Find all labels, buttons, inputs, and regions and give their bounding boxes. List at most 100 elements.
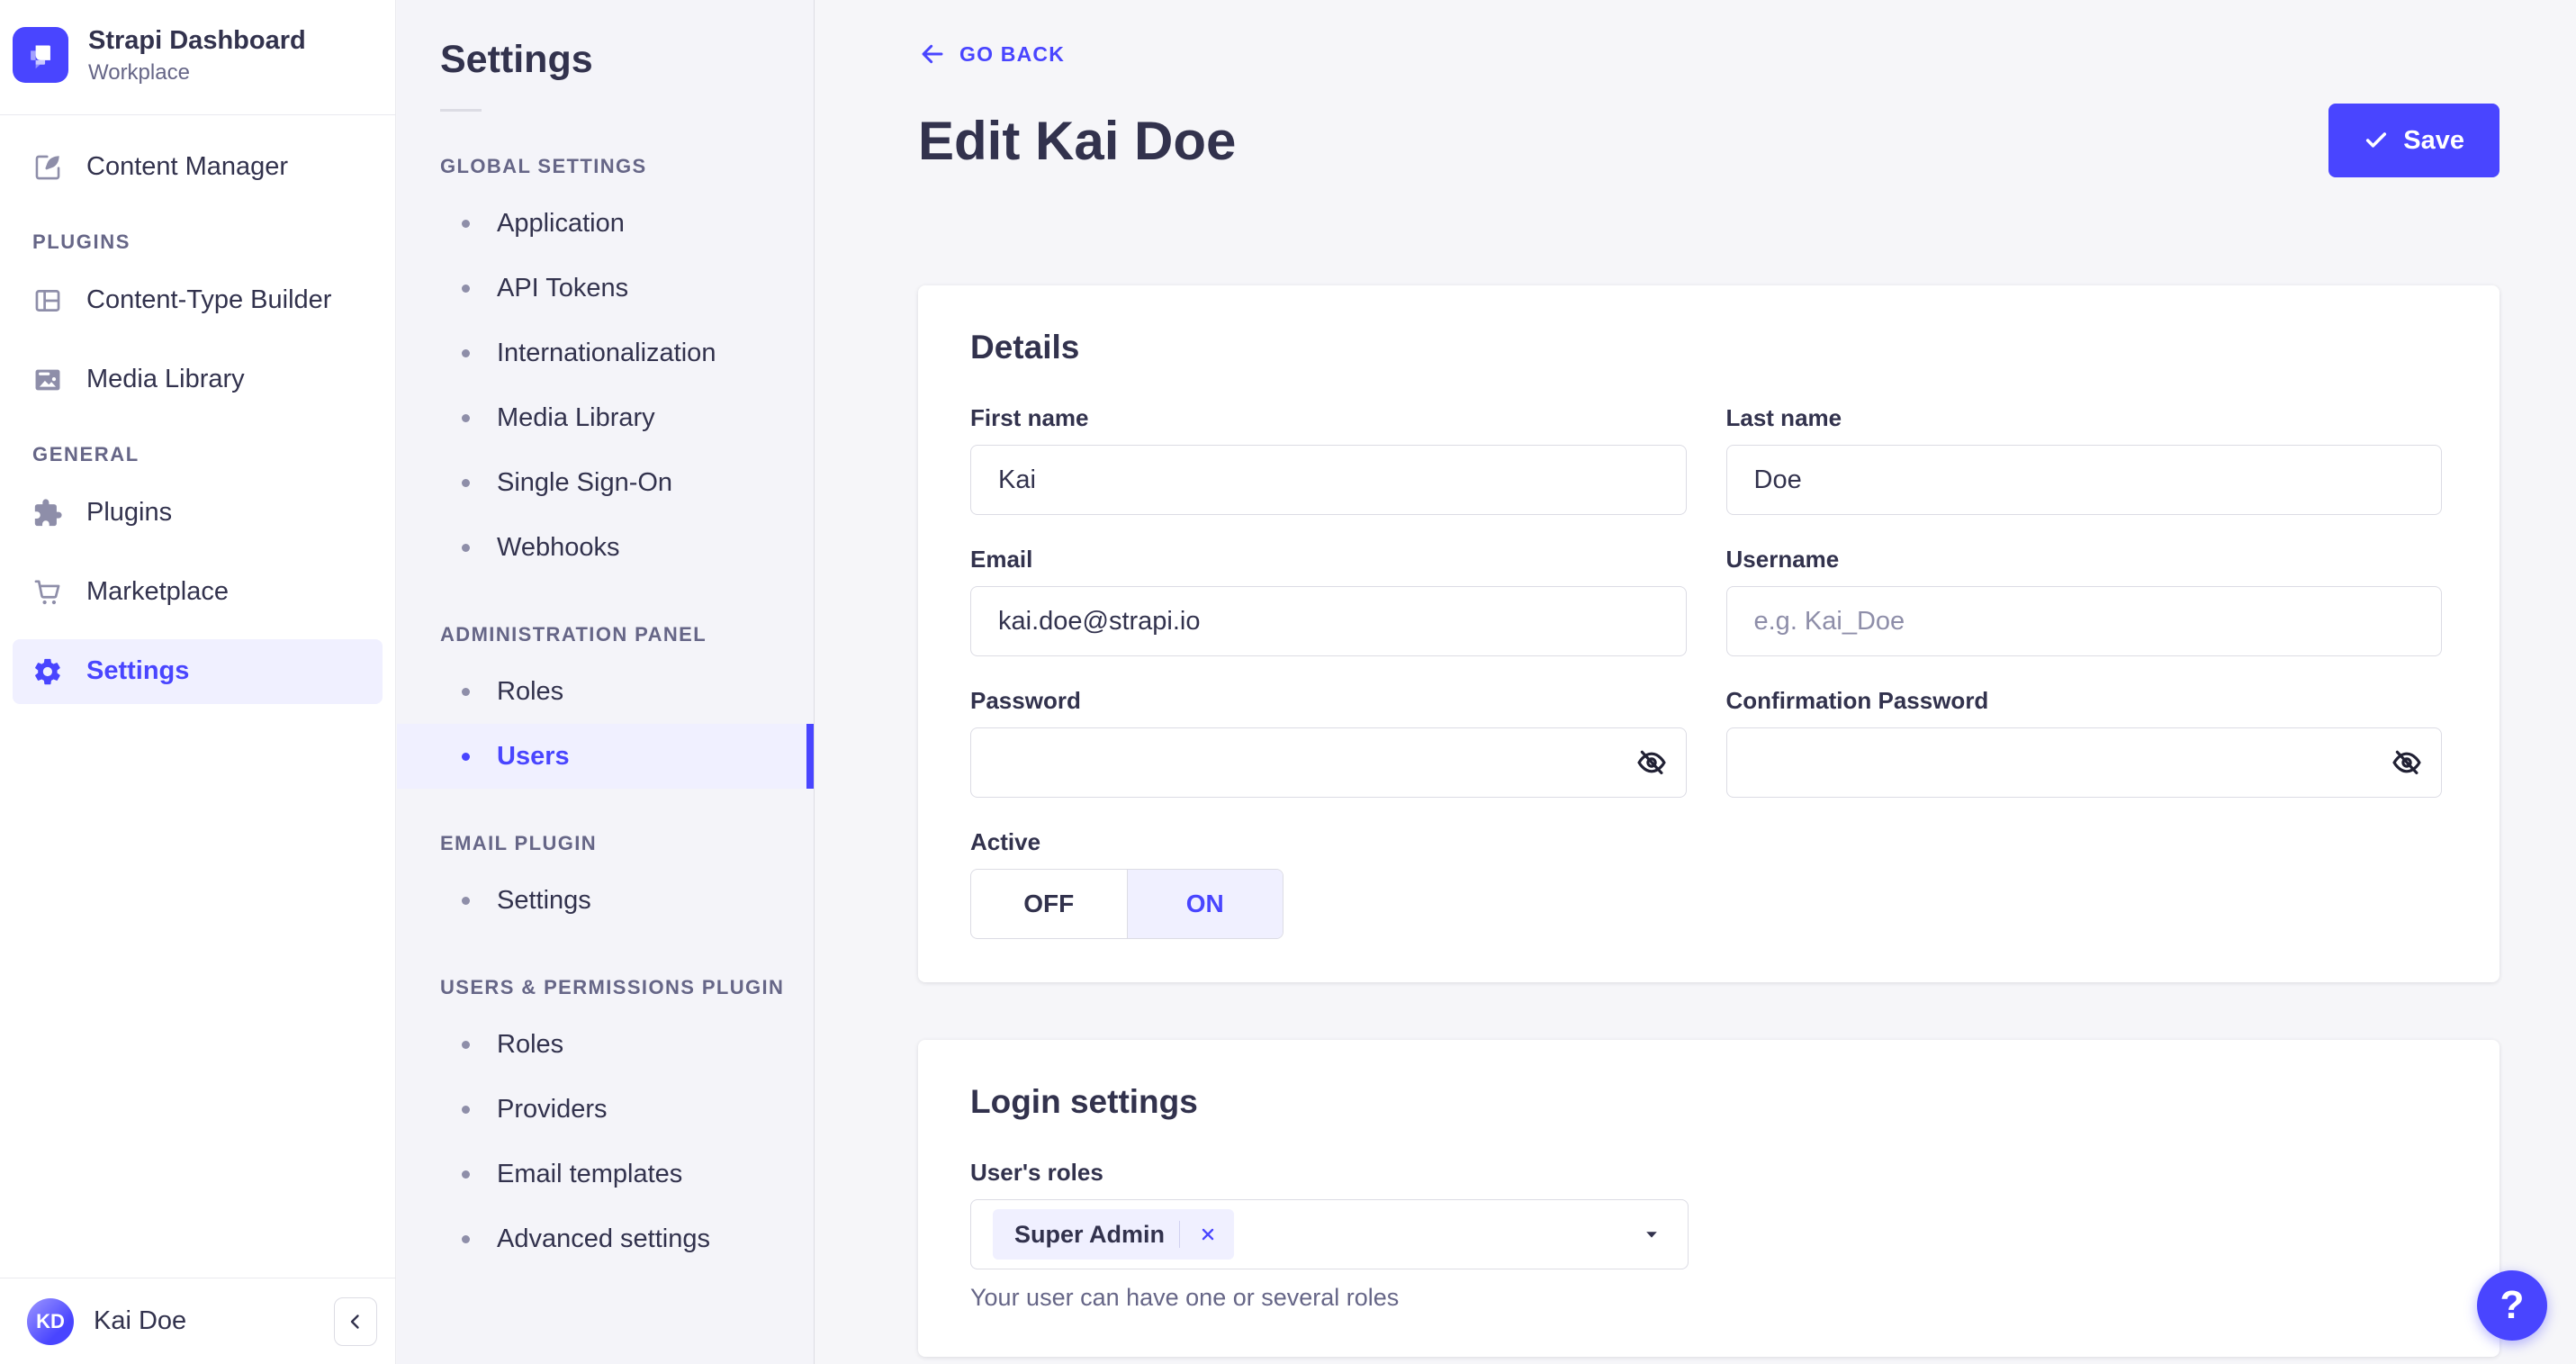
settings-gear-icon bbox=[32, 656, 63, 687]
page-title: Edit Kai Doe bbox=[918, 110, 1237, 171]
subnav-item-label: Providers bbox=[497, 1094, 608, 1124]
avatar[interactable]: KD bbox=[27, 1297, 74, 1345]
strapi-logo-icon bbox=[13, 27, 68, 84]
last-name-input[interactable] bbox=[1725, 445, 2442, 515]
subnav-item-label: Media Library bbox=[497, 402, 655, 432]
username-input[interactable] bbox=[1725, 586, 2442, 656]
bullet-icon bbox=[462, 348, 470, 357]
details-card-title: Details bbox=[970, 329, 1080, 366]
details-card: Details First name Last name Email bbox=[918, 285, 2499, 982]
confirmation-password-input[interactable] bbox=[1725, 727, 2442, 798]
remove-role-button[interactable] bbox=[1194, 1221, 1221, 1248]
subnav-section-administration-panel: ADMINISTRATION PANEL bbox=[440, 623, 707, 646]
user-name: Kai Doe bbox=[94, 1306, 187, 1335]
role-tag-super-admin: Super Admin bbox=[993, 1209, 1235, 1260]
subnav-section-global-settings: GLOBAL SETTINGS bbox=[440, 155, 647, 177]
subnav-item-admin-users[interactable]: Users bbox=[397, 724, 814, 789]
subnav-item-single-sign-on[interactable]: Single Sign-On bbox=[397, 450, 814, 515]
password-label: Password bbox=[970, 687, 1081, 714]
login-settings-card: Login settings User's roles Super Admin bbox=[918, 1040, 2499, 1357]
toggle-confirmation-visibility-button[interactable] bbox=[2381, 736, 2433, 789]
user-profile-row: KD Kai Doe bbox=[0, 1278, 395, 1364]
toggle-password-visibility-button[interactable] bbox=[1626, 736, 1678, 789]
toggle-off-button[interactable]: OFF bbox=[971, 870, 1127, 938]
toggle-on-button[interactable]: ON bbox=[1126, 870, 1283, 938]
password-field-group: Password bbox=[970, 687, 1687, 798]
confirmation-password-field-group: Confirmation Password bbox=[1725, 687, 2442, 798]
email-field-group: Email bbox=[970, 546, 1687, 656]
sidebar-item-label: Media Library bbox=[86, 365, 245, 394]
subnav-item-providers[interactable]: Providers bbox=[397, 1077, 814, 1142]
sidebar-item-label: Plugins bbox=[86, 498, 173, 528]
main-sidebar: Strapi Dashboard Workplace Content Manag… bbox=[0, 0, 396, 1364]
subnav-item-webhooks[interactable]: Webhooks bbox=[397, 515, 814, 580]
subnav-item-media-library[interactable]: Media Library bbox=[397, 385, 814, 450]
sidebar-item-label: Marketplace bbox=[86, 577, 229, 607]
help-button[interactable]: ? bbox=[2477, 1270, 2547, 1341]
roles-dropdown-button[interactable] bbox=[1635, 1223, 1668, 1246]
active-toggle-group: Active OFF ON bbox=[970, 828, 2442, 939]
collapse-sidebar-button[interactable] bbox=[334, 1296, 377, 1346]
username-field-group: Username bbox=[1725, 546, 2442, 656]
sidebar-item-settings[interactable]: Settings bbox=[13, 638, 383, 704]
active-label: Active bbox=[970, 828, 1041, 855]
bullet-icon bbox=[462, 478, 470, 487]
subnav-item-label: Application bbox=[497, 208, 625, 238]
subnav-item-advanced-settings[interactable]: Advanced settings bbox=[397, 1206, 814, 1271]
content-manager-icon bbox=[32, 152, 63, 183]
sidebar-item-plugins[interactable]: Plugins bbox=[13, 481, 383, 546]
sidebar-item-content-manager[interactable]: Content Manager bbox=[13, 135, 383, 200]
bullet-icon bbox=[462, 687, 470, 696]
subnav-item-admin-roles[interactable]: Roles bbox=[397, 659, 814, 724]
chevron-left-icon bbox=[345, 1311, 366, 1332]
sidebar-item-content-type-builder[interactable]: Content-Type Builder bbox=[13, 268, 383, 333]
subnav-item-label: Internationalization bbox=[497, 338, 716, 367]
close-icon bbox=[1198, 1224, 1218, 1244]
brand-text: Strapi Dashboard Workplace bbox=[88, 25, 306, 86]
subnav-item-email-templates[interactable]: Email templates bbox=[397, 1142, 814, 1206]
subnav-section-email-plugin: EMAIL PLUGIN bbox=[440, 832, 598, 854]
password-input[interactable] bbox=[970, 727, 1687, 798]
sidebar-item-label: Settings bbox=[86, 656, 190, 686]
sidebar-section-general: GENERAL bbox=[32, 442, 140, 465]
subnav-item-label: Users bbox=[497, 741, 570, 771]
brand-header[interactable]: Strapi Dashboard Workplace bbox=[0, 0, 395, 115]
save-button-label: Save bbox=[2403, 125, 2464, 155]
eye-off-icon bbox=[2390, 745, 2424, 780]
last-name-label: Last name bbox=[1725, 404, 1842, 431]
go-back-label: GO BACK bbox=[959, 41, 1066, 66]
subnav-item-api-tokens[interactable]: API Tokens bbox=[397, 256, 814, 321]
bullet-icon bbox=[462, 543, 470, 552]
first-name-field-group: First name bbox=[970, 404, 1687, 515]
go-back-link[interactable]: GO BACK bbox=[918, 40, 1065, 68]
subnav-item-up-roles[interactable]: Roles bbox=[397, 1012, 814, 1077]
user-roles-select[interactable]: Super Admin bbox=[970, 1199, 1689, 1269]
email-input[interactable] bbox=[970, 586, 1687, 656]
subnav-item-label: Webhooks bbox=[497, 532, 620, 562]
subnav-item-label: Roles bbox=[497, 1029, 564, 1059]
bullet-icon bbox=[462, 752, 470, 761]
subnav-item-label: Settings bbox=[497, 885, 591, 915]
bullet-icon bbox=[462, 1170, 470, 1179]
bullet-icon bbox=[462, 1040, 470, 1049]
subnav-item-label: Single Sign-On bbox=[497, 467, 673, 497]
subnav-item-label: Roles bbox=[497, 676, 564, 706]
first-name-label: First name bbox=[970, 404, 1089, 431]
save-button[interactable]: Save bbox=[2328, 104, 2499, 177]
login-settings-title: Login settings bbox=[970, 1083, 1198, 1120]
sidebar-item-marketplace[interactable]: Marketplace bbox=[13, 560, 383, 625]
first-name-input[interactable] bbox=[970, 445, 1687, 515]
subnav-item-email-settings[interactable]: Settings bbox=[397, 868, 814, 933]
subnav-item-internationalization[interactable]: Internationalization bbox=[397, 321, 814, 385]
bullet-icon bbox=[462, 284, 470, 293]
confirmation-password-label: Confirmation Password bbox=[1725, 687, 1989, 714]
active-toggle: OFF ON bbox=[970, 869, 1283, 939]
subnav-item-application[interactable]: Application bbox=[397, 191, 814, 256]
bullet-icon bbox=[462, 1105, 470, 1114]
sidebar-item-media-library[interactable]: Media Library bbox=[13, 348, 383, 412]
subnav-item-label: API Tokens bbox=[497, 273, 629, 303]
content-type-builder-icon bbox=[32, 285, 63, 316]
subnav-title: Settings bbox=[440, 38, 593, 81]
tag-divider bbox=[1179, 1221, 1181, 1248]
last-name-field-group: Last name bbox=[1725, 404, 2442, 515]
